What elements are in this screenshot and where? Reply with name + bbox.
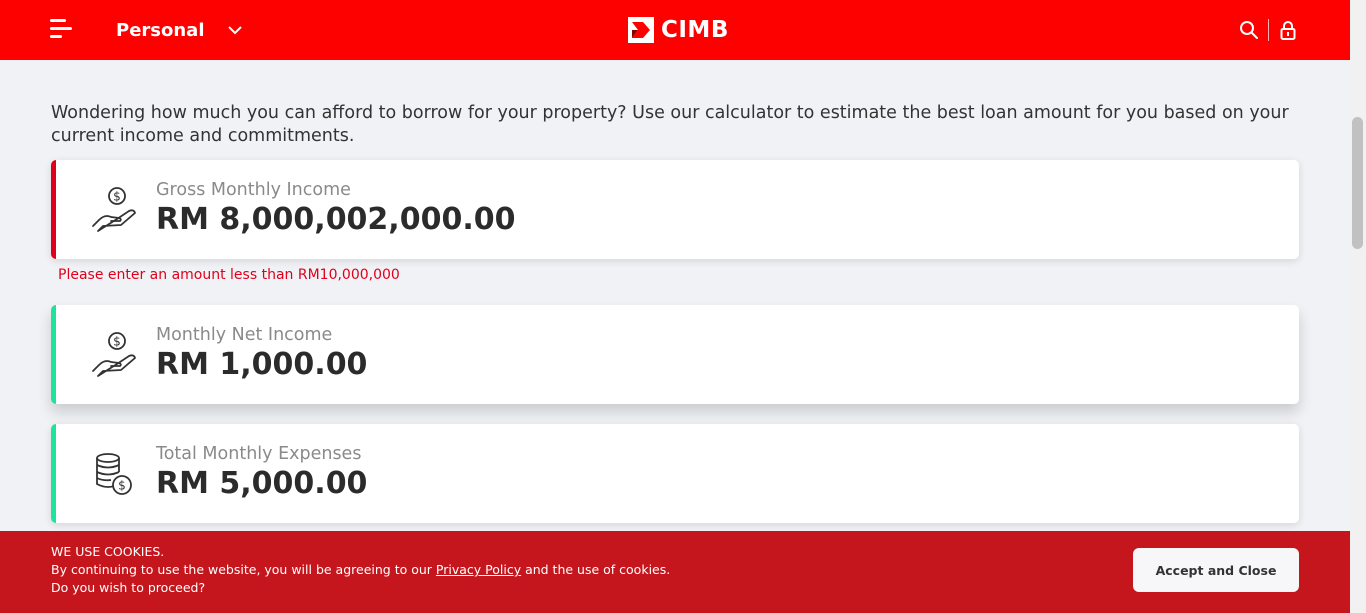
field-label: Monthly Net Income [156, 325, 333, 345]
field-accent-bar [51, 424, 56, 523]
cookie-body: By continuing to use the website, you wi… [51, 561, 670, 579]
field-value[interactable]: RM 1,000.00 [156, 347, 367, 382]
chevron-down-icon [227, 26, 242, 35]
privacy-policy-link[interactable]: Privacy Policy [436, 562, 521, 577]
hand-money-icon: $ [92, 187, 136, 232]
scrollbar-thumb[interactable] [1352, 117, 1363, 249]
intro-text: Wondering how much you can afford to bor… [51, 103, 1289, 146]
cookie-question: Do you wish to proceed? [51, 580, 206, 595]
gross-monthly-income-field[interactable]: $ Gross Monthly Income RM 8,000,002,000.… [51, 160, 1299, 259]
field-accent-bar [51, 305, 56, 404]
coins-stack-icon: $ [96, 453, 132, 495]
error-message: Please enter an amount less than RM10,00… [58, 267, 400, 283]
field-accent-bar [51, 160, 56, 259]
svg-text:$: $ [118, 479, 126, 493]
header-divider [1268, 19, 1269, 41]
segment-dropdown[interactable]: Personal [116, 17, 243, 43]
segment-label: Personal [116, 19, 205, 41]
cookie-title: WE USE COOKIES. [51, 544, 165, 559]
field-value[interactable]: RM 5,000.00 [156, 466, 367, 501]
field-value[interactable]: RM 8,000,002,000.00 [156, 202, 515, 237]
hand-money-icon: $ [92, 332, 136, 377]
cimb-logo-mark-icon [628, 17, 654, 43]
cookie-banner: WE USE COOKIES. By continuing to use the… [0, 531, 1350, 613]
scrollbar-track[interactable] [1350, 0, 1366, 613]
brand-name: CIMB [661, 17, 729, 43]
top-navigation-bar: Personal CIMB [0, 0, 1350, 60]
menu-icon[interactable] [50, 18, 74, 40]
cookie-text-before: By continuing to use the website, you wi… [51, 562, 436, 577]
svg-text:$: $ [113, 335, 121, 349]
search-icon[interactable] [1238, 19, 1260, 41]
header-actions [1238, 17, 1299, 43]
cimb-logo[interactable]: CIMB [628, 17, 729, 43]
field-label: Total Monthly Expenses [156, 444, 362, 464]
field-label: Gross Monthly Income [156, 180, 351, 200]
total-monthly-expenses-field[interactable]: $ Total Monthly Expenses RM 5,000.00 [51, 424, 1299, 523]
monthly-net-income-field[interactable]: $ Monthly Net Income RM 1,000.00 [51, 305, 1299, 404]
cookie-text-after: and the use of cookies. [521, 562, 671, 577]
accept-and-close-button[interactable]: Accept and Close [1133, 548, 1299, 592]
lock-icon[interactable] [1277, 19, 1299, 41]
svg-text:$: $ [113, 190, 121, 204]
cookie-message: WE USE COOKIES. By continuing to use the… [51, 543, 670, 597]
